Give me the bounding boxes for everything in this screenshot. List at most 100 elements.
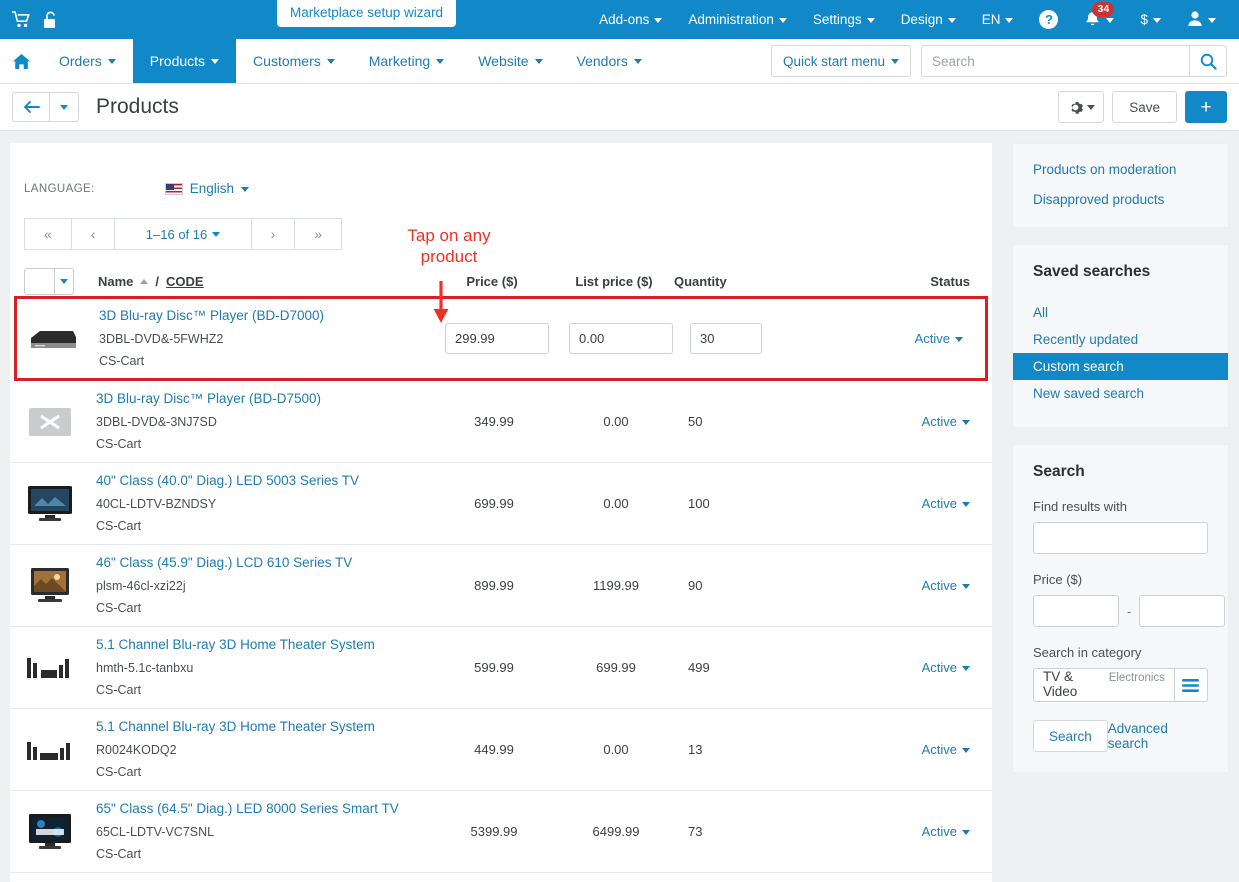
chevron-down-icon [866,17,875,23]
link-disapproved-products[interactable]: Disapproved products [1033,192,1208,207]
user-account-button[interactable] [1174,0,1229,39]
product-status-dropdown[interactable]: Active [922,496,970,511]
top-menu-design[interactable]: Design [888,0,969,39]
table-row[interactable]: 3D Blu-ray Disc™ Player (BD-D7500) 3DBL-… [10,381,992,463]
product-price: 899.99 [474,578,514,593]
category-picker-button[interactable] [1173,668,1208,702]
saved-search-all[interactable]: All [1013,299,1228,326]
product-status-cell: Active [788,742,992,757]
column-header-status[interactable]: Status [786,274,992,289]
nav-item-products[interactable]: Products [132,39,237,83]
pagination-next-button[interactable]: › [250,218,295,250]
notifications-button[interactable]: 34 [1071,0,1127,39]
select-all-checkbox[interactable] [24,267,55,295]
currency-button[interactable]: $ [1127,0,1174,39]
top-menu-administration[interactable]: Administration [675,0,800,39]
chevron-down-icon [211,59,220,64]
advanced-search-link[interactable]: Advanced search [1108,721,1208,751]
pagination-last-button[interactable]: » [294,218,343,250]
product-title-link[interactable]: 3D Blu-ray Disc™ Player (BD-D7500) [96,391,432,407]
link-products-on-moderation[interactable]: Products on moderation [1033,162,1208,177]
quick-start-menu-button[interactable]: Quick start menu [770,45,911,77]
product-status-dropdown[interactable]: Active [915,331,963,346]
search-submit-button[interactable] [1189,45,1227,77]
chevron-down-icon [891,59,899,64]
column-header-code[interactable]: CODE [166,274,204,289]
table-row[interactable]: 5.1 Channel Blu-ray 3D Home Theater Syst… [10,627,992,709]
unlock-icon[interactable] [43,11,58,29]
pagination-count-label: 1–16 of 16 [145,226,208,242]
nav-item-customers[interactable]: Customers [236,39,352,83]
product-list-price-input[interactable] [569,323,673,354]
chevron-down-icon [962,501,970,507]
back-arrow-icon[interactable] [12,92,50,122]
top-menu-add-ons[interactable]: Add-ons [586,0,675,39]
pagination-prev-button[interactable]: ‹ [70,218,115,250]
add-product-button[interactable]: + [1185,91,1227,123]
nav-item-website[interactable]: Website [461,39,559,83]
pagination-first-button[interactable]: « [24,218,71,250]
marketplace-setup-wizard-pill[interactable]: Marketplace setup wizard [277,0,457,27]
saved-searches-title: Saved searches [1033,263,1151,280]
column-header-quantity[interactable]: Quantity [674,274,786,289]
product-status-dropdown[interactable]: Active [922,742,970,757]
language-selector[interactable]: English [164,181,249,196]
product-title-link[interactable]: 3D Blu-ray Disc™ Player (BD-D7000) [99,308,435,324]
home-icon[interactable] [0,39,42,83]
product-title-link[interactable]: 40" Class (40.0" Diag.) LED 5003 Series … [96,473,432,489]
category-value-box[interactable]: TV & Video Electronics [1033,668,1174,702]
save-button[interactable]: Save [1112,91,1177,123]
product-title-link[interactable]: 65" Class (64.5" Diag.) LED 8000 Series … [96,801,432,817]
product-code: 3DBL-DVD&-3NJ7SD [96,414,217,429]
product-vendor: CS-Cart [96,846,142,861]
table-row[interactable]: 65" Class (64.5" Diag.) LED 8000 Series … [10,791,992,873]
nav-item-website-label: Website [478,53,529,69]
product-status-dropdown[interactable]: Active [922,660,970,675]
chevron-down-icon [534,59,543,64]
product-quantity-input[interactable] [690,323,762,354]
table-row[interactable]: 40" Class (40.0" Diag.) LED 5003 Series … [10,463,992,545]
top-menu-language[interactable]: EN [969,0,1027,39]
pagination-count-dropdown[interactable]: 1–16 of 16 [114,218,251,250]
saved-search-new-saved-search[interactable]: New saved search [1013,380,1228,407]
sidebar-search-button[interactable]: Search [1033,720,1108,752]
product-title-link[interactable]: 46" Class (45.9" Diag.) LCD 610 Series T… [96,555,432,571]
settings-gear-button[interactable] [1058,91,1105,123]
product-status-dropdown[interactable]: Active [922,578,970,593]
top-menu-settings[interactable]: Settings [800,0,888,39]
product-title-link[interactable]: 5.1 Channel Blu-ray 3D Home Theater Syst… [96,719,432,735]
column-header-name[interactable]: Name / CODE [74,274,430,289]
pagination: « ‹ 1–16 of 16 › » [24,218,343,250]
nav-item-orders[interactable]: Orders [42,39,133,83]
table-row[interactable]: 5.1 Channel Blu-ray 3D Home Theater Syst… [10,709,992,791]
product-name-cell: 3D Blu-ray Disc™ Player (BD-D7500) 3DBL-… [76,391,432,451]
nav-item-marketing[interactable]: Marketing [352,39,461,83]
find-results-input[interactable] [1033,522,1208,554]
search-input[interactable] [921,45,1189,77]
back-dropdown-button[interactable] [50,92,79,122]
product-vendor: CS-Cart [96,436,142,451]
category-value: TV & Video [1043,669,1078,699]
price-from-input[interactable] [1033,595,1119,627]
table-row[interactable]: 46" Class (45.9" Diag.) LCD 610 Series T… [10,545,992,627]
saved-search-custom-search[interactable]: Custom search [1013,353,1228,380]
chevron-down-icon [962,829,970,835]
product-name-cell: 5.1 Channel Blu-ray 3D Home Theater Syst… [76,637,432,697]
price-to-input[interactable] [1139,595,1226,627]
product-price-input[interactable] [445,323,549,354]
saved-search-recently-updated[interactable]: Recently updated [1013,326,1228,353]
product-status-dropdown[interactable]: Active [922,414,970,429]
product-status-cell: Active [788,496,992,511]
column-header-price[interactable]: Price ($) [430,274,554,289]
product-status-dropdown[interactable]: Active [922,824,970,839]
column-header-list-price[interactable]: List price ($) [554,274,674,289]
nav-item-vendors[interactable]: Vendors [560,39,659,83]
table-row[interactable]: 3D Blu-ray Disc™ Player (BD-D7000) 3DBL-… [14,296,988,381]
help-button[interactable]: ? [1026,0,1071,39]
select-all-dropdown[interactable] [55,267,74,295]
product-title-link[interactable]: 5.1 Channel Blu-ray 3D Home Theater Syst… [96,637,432,653]
search-panel-title: Search [1033,463,1085,480]
cart-icon[interactable] [12,11,30,28]
chevron-down-icon [212,232,221,237]
price-range-row: - [1033,595,1226,627]
